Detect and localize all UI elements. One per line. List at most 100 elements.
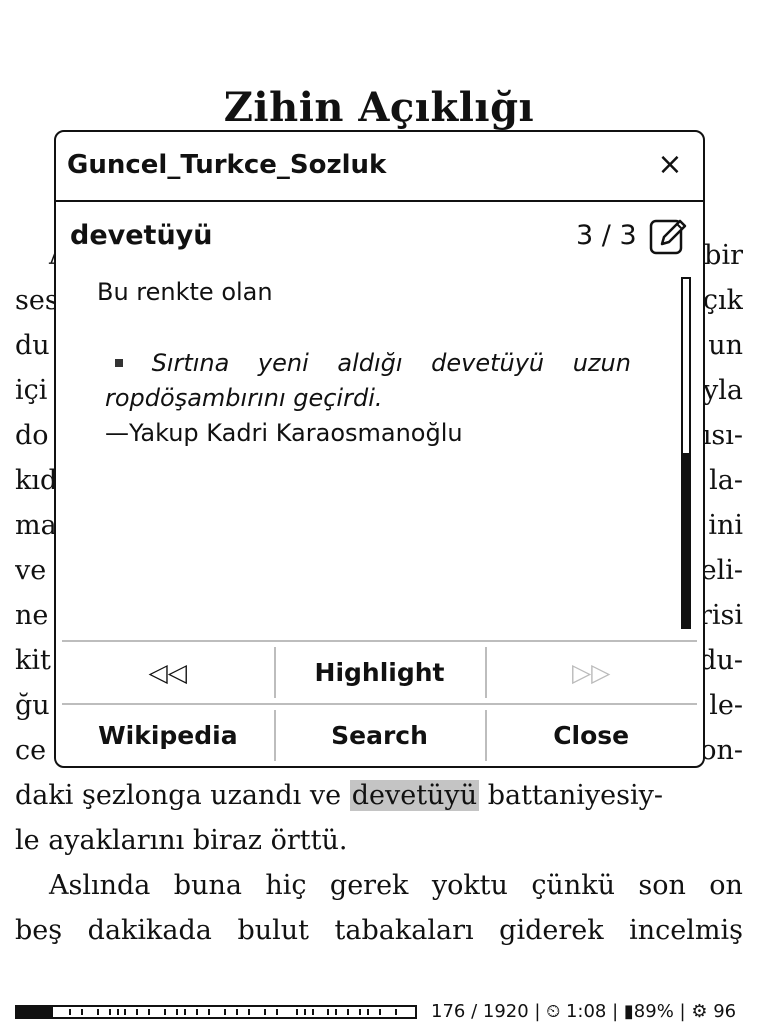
highlighted-word[interactable]: devetüyü: [349, 780, 480, 811]
highlight-button[interactable]: Highlight: [273, 642, 486, 703]
example-word: uzun: [572, 349, 631, 377]
chapter-marker: [223, 1009, 226, 1015]
close-icon[interactable]: ×: [655, 150, 685, 180]
text-fragment: çık: [702, 285, 743, 316]
close-button[interactable]: Close: [485, 705, 697, 766]
chapter-marker: [108, 1009, 111, 1015]
chapter-marker: [235, 1009, 238, 1015]
book-line-15: Aslında buna hiç gerek yoktu çünkü son on: [15, 864, 743, 908]
separator: |: [606, 1001, 624, 1022]
dictionary-popup: Guncel_Turkce_Sozluk × devetüyü 3 / 3 Bu…: [54, 130, 705, 768]
text-fragment: le-: [709, 690, 743, 721]
chapter-marker: [335, 1009, 338, 1015]
clock: ⏲ 1:08: [546, 1001, 607, 1022]
word: buna: [173, 870, 242, 901]
chapter-marker: [96, 1009, 99, 1015]
chapter-marker: [247, 1009, 250, 1015]
prev-result-button[interactable]: ◁◁: [62, 642, 274, 703]
dictionary-name: Guncel_Turkce_Sozluk: [67, 150, 387, 180]
text-fragment: ses: [15, 285, 59, 316]
example-word: Sırtına: [151, 349, 230, 377]
chapter-marker: [347, 1009, 350, 1015]
scrollbar[interactable]: [681, 277, 691, 629]
reading-progress-bar[interactable]: [15, 1005, 417, 1019]
search-button[interactable]: Search: [273, 705, 486, 766]
book-line-16: beş dakikada bulut tabakaları giderek incelmi…: [15, 909, 743, 953]
word: tabakaları: [334, 915, 474, 946]
scrollbar-thumb[interactable]: [683, 453, 689, 627]
text-fragment: bir: [704, 240, 743, 271]
chapter-marker: [136, 1009, 139, 1015]
text-fragment: ve: [15, 555, 47, 586]
chapter-marker: [80, 1009, 83, 1015]
example-line-2: ropdöşambırını geçirdi.: [105, 384, 383, 412]
word: beş: [15, 915, 63, 946]
text-fragment: daki şezlonga uzandı ve: [15, 780, 342, 811]
text-fragment: du: [15, 330, 50, 361]
text-fragment: ini: [708, 510, 743, 541]
button-row-top: ◁◁ Highlight ▷▷: [62, 640, 697, 703]
text-fragment: ısı-: [702, 420, 743, 451]
text-fragment: ce: [15, 735, 47, 766]
text-fragment: un: [708, 330, 743, 361]
text-fragment: eli-: [700, 555, 743, 586]
chapter-marker: [164, 1009, 167, 1015]
chapter-marker: [208, 1009, 211, 1015]
example-line-1: Sırtına yeni aldığı devetüyü uzun: [105, 346, 631, 381]
next-result-button[interactable]: ▷▷: [485, 642, 697, 703]
chapter-marker: [275, 1009, 278, 1015]
chapter-marker: [367, 1009, 370, 1015]
text-fragment: kit: [15, 645, 51, 676]
chapter-marker: [176, 1009, 179, 1015]
chapter-marker: [395, 1009, 398, 1015]
chapter-marker: [263, 1009, 266, 1015]
example-quote: Sırtına yeni aldığı devetüyü uzun ropdöşambı…: [105, 346, 631, 451]
status-line: 176 / 1920 | ⏲ 1:08 | ▮89% | ⚙ 96: [431, 1001, 736, 1022]
text-fragment: do: [15, 420, 49, 451]
example-word: aldığı: [337, 349, 403, 377]
word: Aslında: [49, 870, 151, 901]
word: giderek: [499, 915, 604, 946]
text-fragment: kıd: [15, 465, 58, 496]
frontlight-status: ⚙ 96: [691, 1001, 737, 1022]
word: gerek: [329, 870, 409, 901]
book-line-13: daki şezlonga uzandı ve devetüyü battani…: [15, 774, 743, 818]
text-fragment: yla: [703, 375, 743, 406]
text-fragment: ğu: [15, 690, 50, 721]
chapter-marker: [327, 1009, 330, 1015]
bullet-icon: [115, 359, 123, 367]
definition-text: Bu renkte olan: [97, 278, 273, 306]
chapter-marker: [379, 1009, 382, 1015]
battery-status: ▮89%: [623, 1001, 674, 1022]
dictionary-header: Guncel_Turkce_Sozluk ×: [56, 132, 703, 202]
chapter-marker: [359, 1009, 362, 1015]
chapter-marker: [303, 1009, 306, 1015]
headword: devetüyü: [70, 220, 213, 251]
edit-pencil-icon[interactable]: [648, 216, 688, 256]
separator: |: [673, 1001, 692, 1022]
chapter-marker: [68, 1009, 71, 1015]
example-author: —Yakup Kadri Karaosmanoğlu: [105, 419, 463, 447]
text-fragment: ma: [15, 510, 57, 541]
wikipedia-button[interactable]: Wikipedia: [62, 705, 274, 766]
chapter-marker: [295, 1009, 298, 1015]
word: incelmiş: [629, 915, 743, 946]
chapter-marker: [184, 1009, 187, 1015]
example-word: yeni: [257, 349, 309, 377]
button-row-bottom: Wikipedia Search Close: [62, 703, 697, 766]
book-line-14: le ayaklarını biraz örttü.: [15, 825, 348, 856]
page-counter: 176 / 1920: [431, 1001, 529, 1022]
text-fragment: la-: [709, 465, 743, 496]
chapter-marker: [124, 1009, 127, 1015]
separator: |: [528, 1001, 547, 1022]
progress-fill: [17, 1007, 53, 1017]
text-fragment: on-: [700, 735, 743, 766]
word: on: [709, 870, 743, 901]
chapter-marker: [196, 1009, 199, 1015]
text-fragment: risi: [698, 600, 743, 631]
example-word: devetüyü: [431, 349, 545, 377]
word: çünkü: [531, 870, 615, 901]
text-fragment: içi: [15, 375, 48, 406]
text-fragment: battaniyesiy-: [487, 780, 663, 811]
result-counter: 3 / 3: [576, 220, 637, 251]
